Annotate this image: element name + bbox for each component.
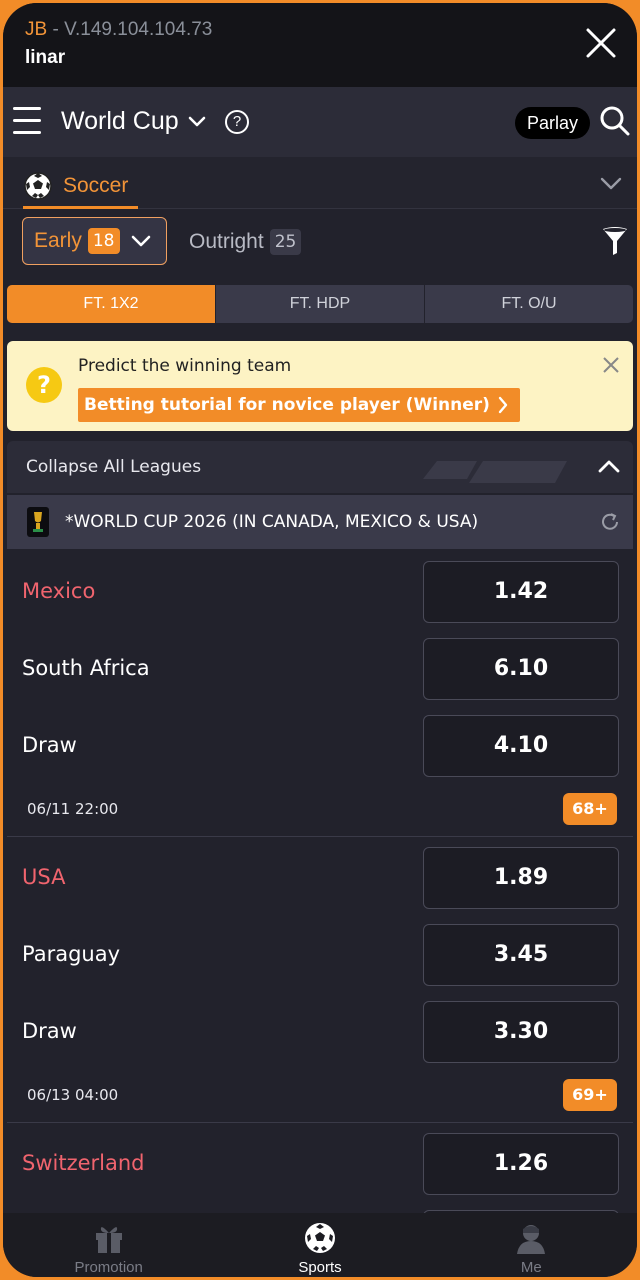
match-card: Mexico 1.42 South Africa 6.10 Draw 4.10 …	[7, 559, 633, 837]
close-icon[interactable]	[583, 25, 619, 61]
app-frame: JB - V.149.104.104.73 linar World Cup ? …	[3, 3, 637, 1277]
match-divider	[7, 836, 633, 837]
filter-icon[interactable]	[601, 225, 629, 257]
selection-row: Paraguay 3.45	[7, 924, 633, 986]
version-separator: -	[47, 19, 65, 40]
question-icon: ?	[26, 367, 62, 403]
selection-row: USA 1.89	[7, 847, 633, 909]
sport-tab-label: Soccer	[63, 173, 129, 197]
nav-promotion[interactable]: Promotion	[3, 1213, 214, 1277]
chevron-down-icon	[188, 116, 205, 126]
collapse-label: Collapse All Leagues	[26, 457, 202, 477]
nav-sports-label: Sports	[298, 1259, 342, 1276]
close-icon[interactable]	[601, 355, 621, 375]
draw-label: Draw	[22, 733, 77, 757]
parlay-button[interactable]: Parlay	[515, 107, 591, 139]
outright-label: Outright	[189, 230, 264, 253]
soccer-ball-icon	[304, 1223, 335, 1253]
help-icon[interactable]: ?	[225, 110, 249, 134]
chevron-right-icon	[498, 396, 508, 414]
nav-sports[interactable]: Sports	[214, 1213, 425, 1277]
away-odds-button[interactable]: 6.10	[423, 638, 619, 700]
competition-selector[interactable]: World Cup	[61, 107, 207, 136]
draw-odds-button[interactable]: 4.10	[423, 715, 619, 777]
league-name: *WORLD CUP 2026 (IN CANADA, MEXICO & USA…	[65, 512, 479, 532]
tab-ft-ou[interactable]: FT. O/U	[425, 285, 633, 323]
home-team-name: USA	[22, 865, 66, 889]
trophy-icon	[27, 507, 49, 537]
away-team-name: Paraguay	[22, 942, 121, 966]
menu-icon[interactable]	[13, 107, 43, 137]
username: linar	[25, 47, 66, 68]
home-odds-button[interactable]: 1.26	[423, 1133, 619, 1195]
collapse-all-leagues[interactable]: Collapse All Leagues	[7, 441, 633, 493]
chevron-down-icon[interactable]	[599, 171, 623, 195]
brand-label: JB	[25, 19, 48, 40]
competition-title: World Cup	[61, 107, 179, 135]
gift-icon	[95, 1227, 122, 1253]
chevron-down-icon	[131, 235, 150, 247]
away-odds-button[interactable]: 3.45	[423, 924, 619, 986]
early-label: Early	[34, 229, 82, 252]
more-markets-badge[interactable]: 68+	[563, 793, 617, 825]
soccer-ball-icon	[24, 171, 52, 200]
early-count-badge: 18	[87, 228, 120, 254]
selection-row: South Africa 6.10	[7, 638, 633, 700]
league-header[interactable]: *WORLD CUP 2026 (IN CANADA, MEXICO & USA…	[7, 495, 633, 549]
match-card: USA 1.89 Paraguay 3.45 Draw 3.30 06/13 0…	[7, 845, 633, 1123]
market-tabs: FT. 1X2 FT. HDP FT. O/U	[7, 285, 633, 323]
tab-ft-hdp[interactable]: FT. HDP	[216, 285, 425, 323]
home-team-name: Mexico	[22, 579, 96, 603]
decorative-stripes	[423, 461, 567, 483]
nav-me-label: Me	[520, 1259, 542, 1276]
match-divider	[7, 1122, 633, 1123]
nav-promotion-label: Promotion	[74, 1259, 143, 1276]
sport-bar: Soccer	[3, 157, 637, 209]
title-bar: JB - V.149.104.104.73 linar	[3, 3, 637, 87]
app-title: JB - V.149.104.104.73	[25, 19, 212, 41]
tutorial-banner: ? Predict the winning team Betting tutor…	[7, 341, 633, 431]
version-label: V.149.104.104.73	[64, 19, 213, 40]
tutorial-link[interactable]: Betting tutorial for novice player (Winn…	[78, 388, 520, 422]
outright-count-badge: 25	[269, 229, 302, 255]
sport-tab-soccer[interactable]: Soccer	[23, 165, 139, 209]
tab-ft-1x2[interactable]: FT. 1X2	[7, 285, 216, 323]
bottom-nav: Promotion Sports Me	[3, 1213, 637, 1277]
kickoff-time: 06/11 22:00	[27, 800, 119, 818]
match-card: Switzerland 1.26	[7, 1131, 633, 1213]
early-filter-button[interactable]: Early 18	[22, 217, 167, 265]
selection-row: Draw 4.10	[7, 715, 633, 777]
draw-odds-button[interactable]: 3.30	[423, 1001, 619, 1063]
search-icon[interactable]	[599, 105, 631, 137]
selection-row: Draw 3.30	[7, 1001, 633, 1063]
nav-bar: World Cup ? Parlay	[3, 87, 637, 157]
selection-row: Switzerland 1.26	[7, 1133, 633, 1195]
kickoff-time: 06/13 04:00	[27, 1086, 119, 1104]
nav-me[interactable]: Me	[426, 1213, 637, 1277]
home-odds-button[interactable]: 1.89	[423, 847, 619, 909]
outright-filter-button[interactable]: Outright 25	[189, 229, 302, 255]
selection-row: Mexico 1.42	[7, 561, 633, 623]
user-icon	[517, 1225, 546, 1254]
chevron-up-icon	[598, 460, 620, 473]
banner-title: Predict the winning team	[78, 356, 292, 376]
home-odds-button[interactable]: 1.42	[423, 561, 619, 623]
more-markets-badge[interactable]: 69+	[563, 1079, 617, 1111]
home-team-name: Switzerland	[22, 1151, 145, 1175]
away-team-name: South Africa	[22, 656, 150, 680]
draw-label: Draw	[22, 1019, 77, 1043]
refresh-icon[interactable]	[599, 511, 621, 533]
tutorial-link-label: Betting tutorial for novice player (Winn…	[84, 395, 490, 415]
